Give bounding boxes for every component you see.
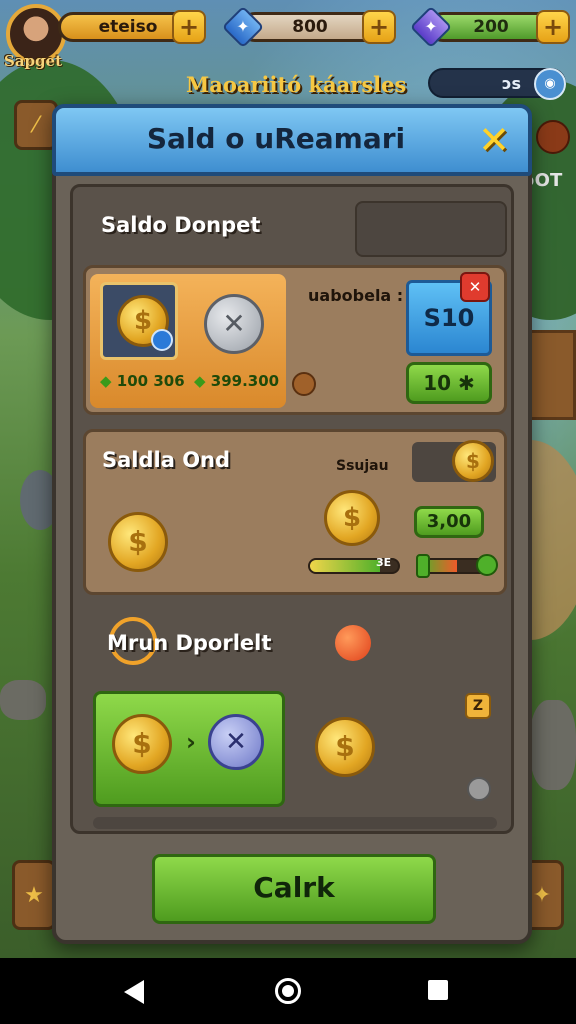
section2-title: Saldla Ond: [102, 448, 231, 472]
bear-icon[interactable]: [536, 120, 570, 154]
currency-energy-value: 200: [473, 17, 509, 37]
plus-icon: +: [178, 13, 200, 41]
section2-label: Ssujau: [336, 458, 389, 474]
plus-icon: +: [368, 13, 390, 41]
rock: [530, 700, 576, 790]
green-gem-icon: ◆: [194, 372, 206, 390]
primary-action-button[interactable]: Calrk: [152, 854, 436, 924]
exchange-offer-button[interactable]: $ › ✕: [93, 691, 285, 807]
rock: [0, 680, 46, 720]
info-round-icon[interactable]: [292, 372, 316, 396]
close-icon[interactable]: ✕: [474, 120, 514, 160]
notification-dot: [335, 625, 371, 661]
coin-icon: $: [452, 440, 494, 482]
slider-end-icon[interactable]: [476, 554, 498, 576]
section1-empty-slot: [355, 201, 507, 257]
green-gem-icon: ◆: [100, 372, 112, 390]
progress-bar-1-fill: [310, 560, 381, 572]
add-energy-button[interactable]: +: [536, 10, 570, 44]
back-icon[interactable]: [124, 980, 144, 1004]
x-coin-icon: ✕: [208, 714, 264, 770]
slider-handle[interactable]: [416, 554, 430, 578]
green-amount-button[interactable]: 10 ✱: [406, 362, 492, 404]
coin-icon: $: [108, 512, 168, 572]
gem-badge-icon: [151, 329, 173, 351]
recent-apps-icon[interactable]: [428, 980, 448, 1000]
side-star-tile[interactable]: ★: [12, 860, 56, 930]
x-coin-icon[interactable]: ✕: [204, 294, 264, 354]
progress-bar-1-label: 3E: [376, 556, 392, 569]
small-badge[interactable]: Z: [465, 693, 491, 719]
coin-stack-slot[interactable]: $: [100, 282, 178, 360]
section1-card: $ ✕ ◆ 100 306 ◆ 399.300 uabobela : S10 ✕…: [83, 265, 507, 415]
section2-value-button[interactable]: 3,00: [414, 506, 484, 538]
dialog-title: Sald o uReamari: [146, 122, 406, 155]
section2-card: Saldla Ond Ssujau $ $ $ 3,00 3E: [83, 429, 507, 595]
player-name: Sapget: [4, 52, 63, 70]
dialog-header: Sald o uReamari ✕: [52, 104, 532, 176]
coin-icon[interactable]: $: [315, 717, 375, 777]
currency-gems-value: 800: [292, 17, 328, 37]
arrow-right-icon: ›: [186, 728, 196, 756]
coin-icon: $: [324, 490, 380, 546]
score-pill: ɔs ◉: [428, 68, 566, 100]
section1-title: Saldo Donpet: [101, 213, 261, 237]
add-gold-button[interactable]: +: [172, 10, 206, 44]
settings-icon[interactable]: [467, 777, 491, 801]
score-value: ɔs: [502, 74, 522, 93]
coin-left-amount: ◆ 100 306: [100, 372, 185, 390]
currency-gold-value: eteiso: [98, 17, 158, 37]
coin-right-amount-value: 399.300: [210, 372, 280, 390]
coin-icon: $: [112, 714, 172, 774]
android-nav-bar: [0, 958, 576, 1024]
exchange-dialog: Sald o uReamari ✕ Saldo Donpet $ ✕ ◆ 100…: [52, 104, 532, 944]
scroll-track: [93, 817, 497, 829]
coin-right-amount: ◆ 399.300: [194, 372, 279, 390]
section1-label: uabobela :: [308, 286, 404, 305]
section3-title: Mrun Dporlelt: [107, 631, 272, 655]
home-icon[interactable]: [275, 978, 301, 1004]
add-gems-button[interactable]: +: [362, 10, 396, 44]
plus-icon: +: [542, 13, 564, 41]
coin-left-amount-value: 100 306: [116, 372, 185, 390]
info-icon[interactable]: ◉: [534, 68, 566, 100]
remove-badge-icon[interactable]: ✕: [460, 272, 490, 302]
dialog-body: Saldo Donpet $ ✕ ◆ 100 306 ◆ 399.300 uab…: [70, 184, 514, 834]
top-bar: eteiso + Sapget 800 ✦ + 200 ✦ +: [0, 0, 576, 70]
map-subtitle: Maoariitó káarsles: [186, 72, 407, 97]
